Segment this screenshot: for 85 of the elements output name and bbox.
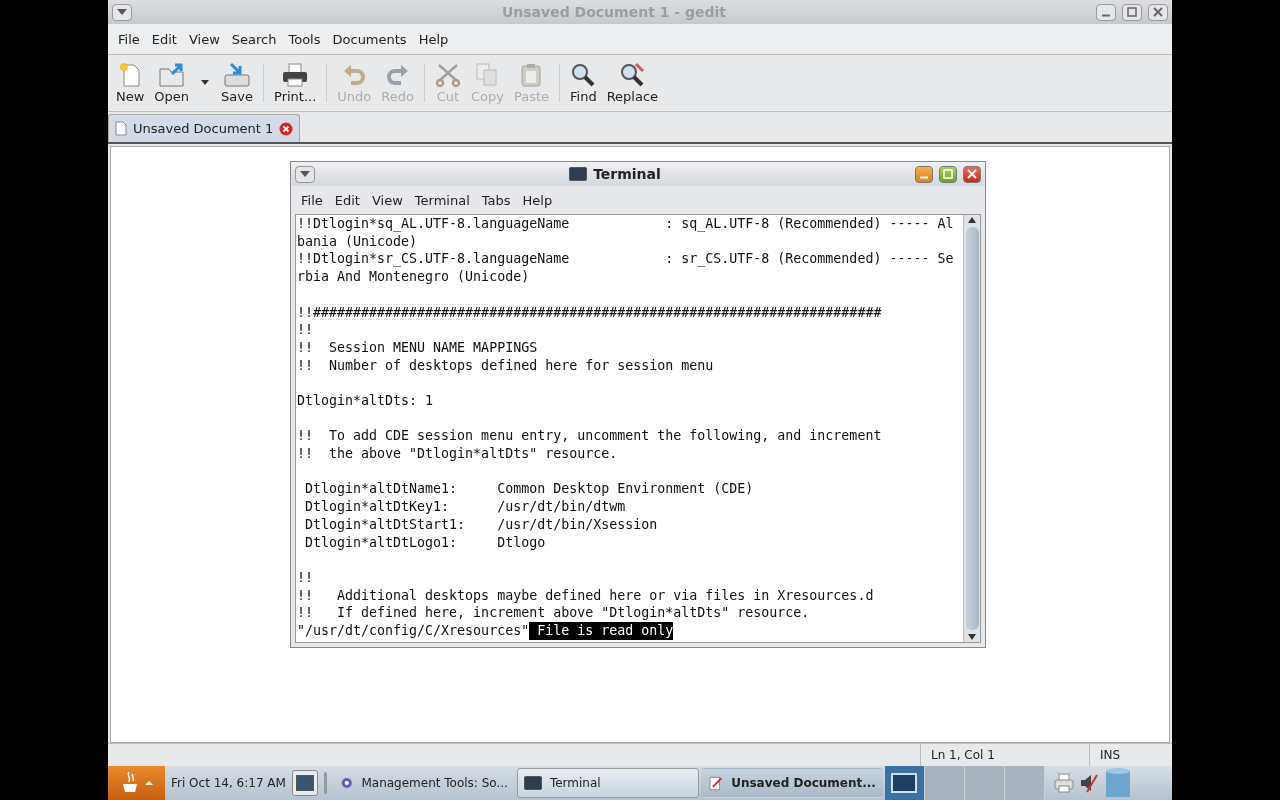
show-desktop-button[interactable]	[291, 770, 318, 796]
terminal-line: Dtlogin*altDtLogo1: Dtlogo	[304, 533, 546, 552]
close-icon[interactable]	[279, 121, 294, 136]
text-editor-icon	[707, 775, 724, 791]
printer-icon	[281, 62, 310, 88]
muted-speaker-icon[interactable]	[1078, 772, 1099, 794]
terminal-line: !! To add CDE session menu entry, uncomment the following, and increment	[297, 427, 882, 446]
minimize-icon	[1101, 13, 1111, 17]
caret-icon	[201, 80, 210, 86]
terminal-line: rbia And Montenegro (Unicode)	[297, 268, 530, 286]
toolbar-button[interactable]: Save	[217, 60, 257, 106]
close-icon	[967, 169, 977, 179]
window-menu-button[interactable]	[112, 3, 132, 21]
document-tab[interactable]: Unsaved Document 1	[108, 114, 301, 142]
terminal-line: Dtlogin*altDtStart1: /usr/dt/bin/Xsession	[304, 515, 658, 534]
toolbar-button[interactable]: Open	[150, 60, 194, 106]
terminal-line: Dtlogin*altDtName1: Common Desktop Environment (CDE)	[304, 480, 754, 499]
taskbar-button[interactable]: Unsaved Document...	[700, 768, 883, 798]
menu-item[interactable]: Tools	[282, 29, 327, 49]
desktop-icon	[295, 775, 314, 791]
close-button[interactable]	[1148, 3, 1168, 21]
toolbar-button[interactable]: Find	[566, 60, 601, 106]
terminal-line: !!Dtlogin*sq_AL.UTF-8.languageName : sq_AL.UTF-8 (Recommended) ----- Al	[297, 215, 954, 233]
maximize-button[interactable]	[939, 165, 957, 183]
restore-button[interactable]	[1122, 3, 1142, 21]
terminal-icon	[569, 167, 588, 181]
menu-item[interactable]: Documents	[326, 29, 413, 49]
terminal-line: Dtlogin*altDts: 1	[297, 392, 434, 410]
terminal-line: Dtlogin*altDtKey1: /usr/dt/bin/dtwm	[304, 498, 626, 516]
menu-item[interactable]: View	[182, 29, 226, 49]
menu-item[interactable]: File	[295, 190, 329, 210]
terminal-line: !! Number of desktops defined here for session menu	[297, 356, 714, 375]
menu-item[interactable]: View	[365, 190, 409, 210]
gear-icon	[339, 775, 354, 791]
terminal-line: !! Additional desktops maybe defined here or via files in Xresources.d	[297, 586, 874, 605]
menu-item[interactable]: Help	[412, 29, 455, 49]
menu-item[interactable]: Search	[225, 29, 283, 49]
document-icon	[115, 121, 127, 136]
terminal-line: !!	[297, 569, 313, 587]
window-title: Terminal	[593, 166, 661, 182]
scrollbar[interactable]	[963, 215, 980, 642]
window-menu-button[interactable]	[295, 165, 315, 183]
terminal-line: bania (Unicode)	[297, 232, 418, 251]
toolbar-button[interactable]: Print...	[270, 60, 321, 106]
menu-item[interactable]: Help	[516, 190, 559, 210]
toolbar-button[interactable]: New	[112, 60, 149, 106]
caret-icon	[117, 9, 127, 15]
start-menu-button[interactable]	[108, 766, 165, 800]
minimize-button[interactable]	[915, 165, 933, 183]
clock[interactable]: Fri Oct 14, 6:17 AM	[165, 776, 292, 790]
close-icon	[1153, 7, 1163, 17]
maximize-icon	[943, 169, 953, 179]
menu-item[interactable]: File	[112, 29, 146, 49]
scroll-up-arrow-icon[interactable]	[967, 215, 977, 225]
taskbar-button[interactable]: Management Tools: So...	[332, 768, 515, 798]
minimize-icon	[919, 175, 929, 179]
terminal-line: !!Dtlogin*sr_CS.UTF-8.languageName : sr_CS.UTF-8 (Recommended) ----- Se	[297, 250, 954, 269]
terminal-line: !!	[297, 321, 313, 339]
workspace-button[interactable]	[884, 766, 925, 800]
caret-icon	[300, 171, 310, 177]
scissors-icon	[434, 62, 461, 88]
workspace-thumbnail-icon	[891, 773, 918, 793]
status-message: File is read only	[529, 622, 674, 640]
menu-item[interactable]: Edit	[145, 29, 183, 49]
menu-item[interactable]: Terminal	[408, 190, 476, 210]
window-title: Unsaved Document 1 - gedit	[500, 4, 728, 20]
scroll-down-arrow-icon[interactable]	[967, 632, 977, 642]
save-icon	[223, 62, 252, 88]
restore-icon	[1127, 7, 1137, 17]
terminal-icon	[523, 776, 542, 790]
file-path: "/usr/dt/config/C/Xresources"	[297, 622, 530, 640]
terminal-line: !! If defined here, increment above "Dtlogin*altDts" resource.	[297, 604, 810, 623]
find-replace-icon	[619, 62, 646, 88]
folder-icon	[157, 62, 186, 88]
terminal-line: !! Session MENU NAME MAPPINGS	[297, 338, 538, 357]
taskbar-button[interactable]: Terminal	[516, 768, 699, 798]
menu-item[interactable]: Tabs	[475, 190, 517, 210]
terminal-line: !! the above "Dtlogin*altDts" resource.	[297, 445, 618, 463]
search-icon	[570, 62, 597, 88]
text-editor-area[interactable]	[110, 146, 1170, 743]
toolbar-button[interactable]: Replace	[602, 60, 663, 106]
terminal-line: !!#######################################################################	[297, 303, 882, 322]
menu-item[interactable]: Edit	[328, 190, 366, 210]
minimize-button[interactable]	[1096, 3, 1116, 21]
close-button[interactable]	[963, 165, 981, 183]
